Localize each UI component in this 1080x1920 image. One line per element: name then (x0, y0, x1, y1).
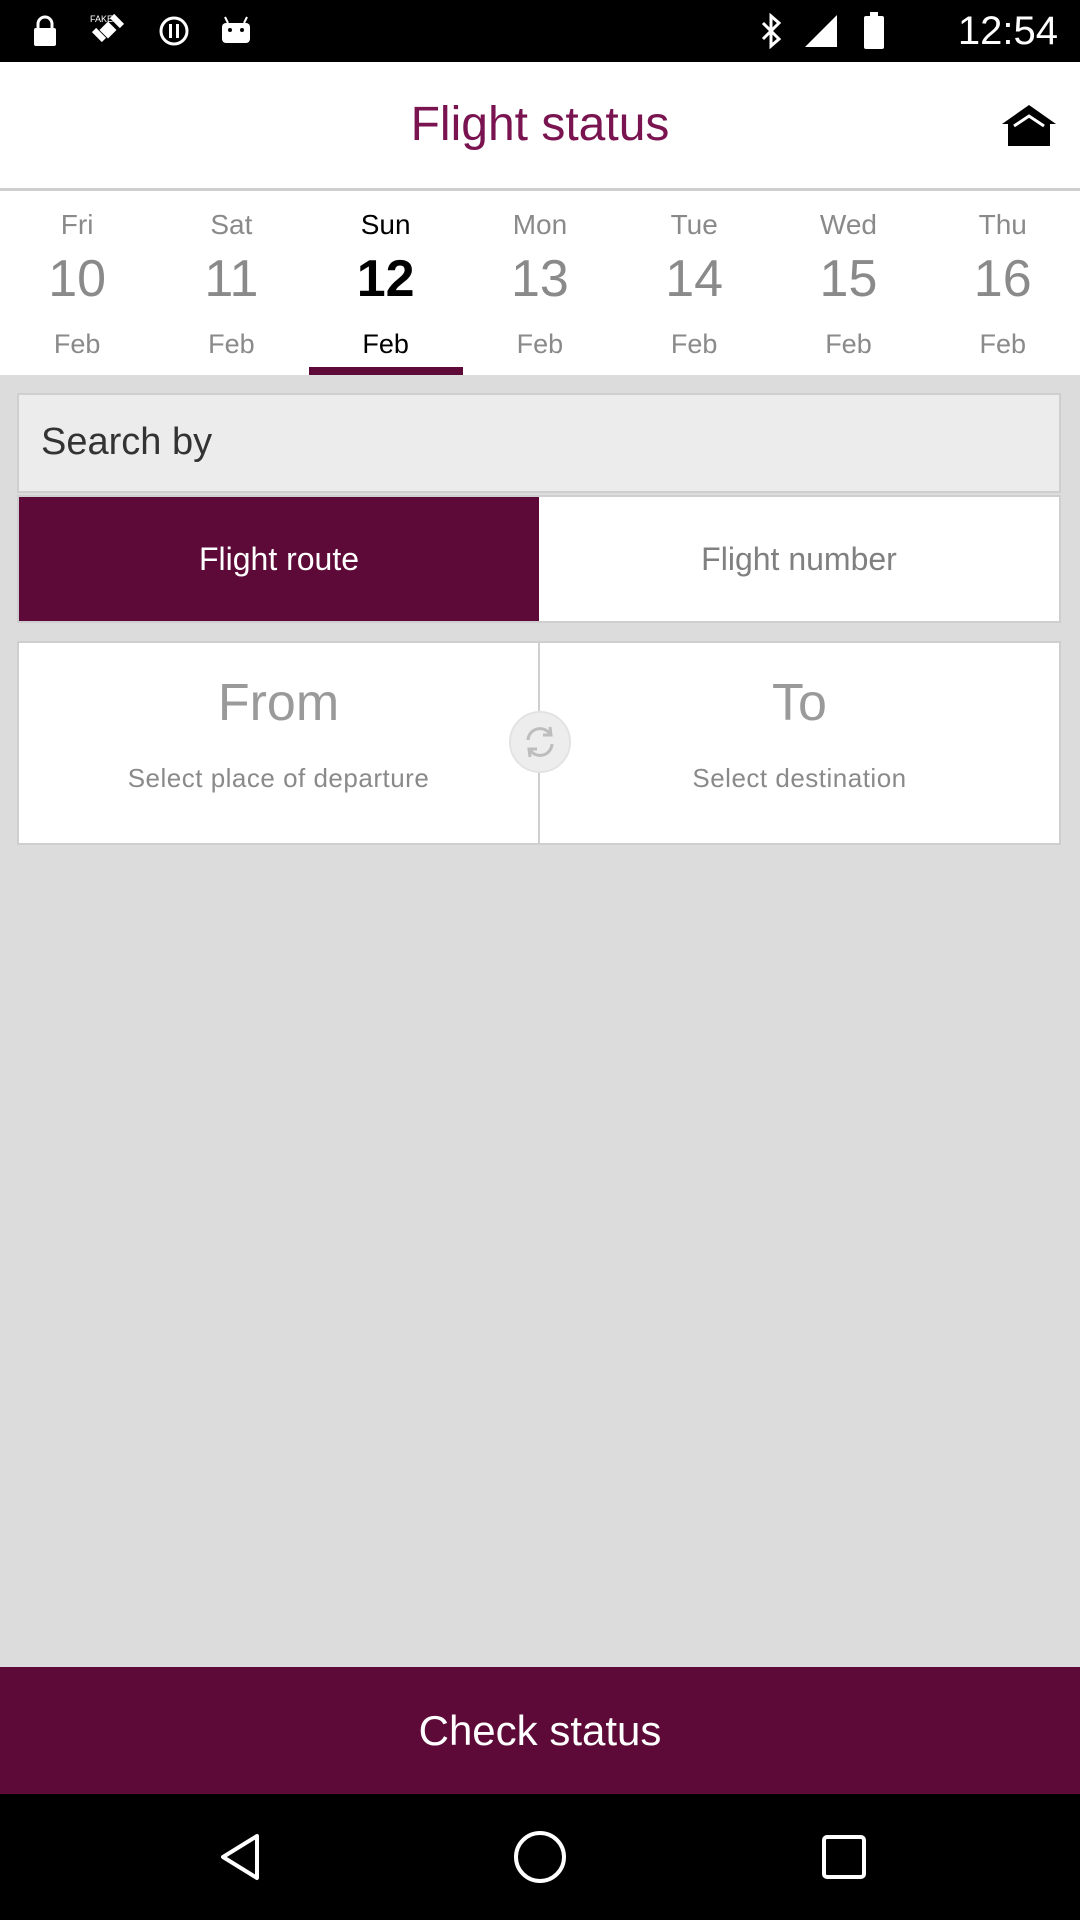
date-item-thu-16[interactable]: Thu 16 Feb (926, 191, 1080, 375)
android-icon (216, 12, 256, 50)
date-weekday: Fri (60, 209, 94, 240)
date-selector: Fri 10 Feb Sat 11 Feb Sun 12 Feb Mon 13 … (0, 191, 1080, 375)
date-month: Feb (362, 329, 409, 359)
to-field[interactable]: To Select destination (540, 643, 1059, 843)
battery-icon (862, 12, 886, 50)
date-day: 14 (665, 250, 724, 308)
flight-number-tab[interactable]: Flight number (539, 497, 1059, 621)
date-day: 15 (819, 250, 878, 308)
date-day: 12 (356, 250, 415, 308)
date-month: Feb (979, 329, 1026, 359)
search-by-label: Search by (41, 421, 213, 463)
from-label: From (217, 674, 340, 732)
status-bar: FAKE 12:54 (0, 0, 1080, 62)
date-month: Feb (825, 329, 872, 359)
from-field[interactable]: From Select place of departure (19, 643, 540, 843)
swap-icon[interactable] (509, 711, 571, 773)
date-day: 16 (973, 250, 1032, 308)
date-item-sun-12[interactable]: Sun 12 Feb (308, 191, 463, 375)
from-placeholder: Select place of departure (127, 763, 430, 793)
recents-icon[interactable] (814, 1827, 874, 1887)
to-label: To (772, 674, 827, 732)
satellite-icon: FAKE (86, 12, 130, 50)
app-header: Flight status (0, 62, 1080, 191)
to-placeholder: Select destination (692, 763, 907, 793)
home-circle-icon[interactable] (510, 1827, 570, 1887)
date-month: Feb (516, 329, 564, 359)
date-weekday: Mon (512, 209, 568, 240)
date-weekday: Sun (360, 209, 411, 240)
search-mode-toggle: Flight route Flight number (17, 495, 1061, 623)
date-day: 13 (511, 250, 569, 308)
system-nav-bar (0, 1794, 1080, 1920)
back-icon[interactable] (210, 1827, 270, 1887)
flight-route-tab[interactable]: Flight route (19, 497, 539, 621)
date-item-mon-13[interactable]: Mon 13 Feb (463, 191, 617, 375)
lock-icon (28, 12, 62, 50)
bluetooth-icon (756, 12, 786, 50)
date-item-wed-15[interactable]: Wed 15 Feb (771, 191, 925, 375)
selected-date-indicator (308, 367, 463, 375)
date-weekday: Sat (210, 209, 253, 240)
date-month: Feb (208, 329, 255, 359)
date-weekday: Wed (819, 209, 877, 240)
search-by-header: Search by (17, 393, 1061, 493)
date-day: 10 (48, 250, 107, 308)
page-title: Flight status (410, 98, 670, 151)
date-day: 11 (204, 250, 259, 308)
date-month: Feb (670, 329, 718, 359)
date-weekday: Tue (670, 209, 718, 240)
svg-text:FAKE: FAKE (90, 14, 113, 24)
check-status-button[interactable]: Check status (0, 1667, 1080, 1794)
date-item-sat-11[interactable]: Sat 11 Feb (154, 191, 308, 375)
date-item-tue-14[interactable]: Tue 14 Feb (617, 191, 771, 375)
clock: 12:54 (957, 9, 1058, 53)
date-month: Feb (53, 329, 101, 359)
date-item-fri-10[interactable]: Fri 10 Feb (0, 191, 154, 375)
info-icon (156, 12, 192, 50)
signal-icon (800, 12, 842, 50)
home-icon[interactable] (1000, 102, 1058, 150)
date-weekday: Thu (978, 209, 1027, 240)
